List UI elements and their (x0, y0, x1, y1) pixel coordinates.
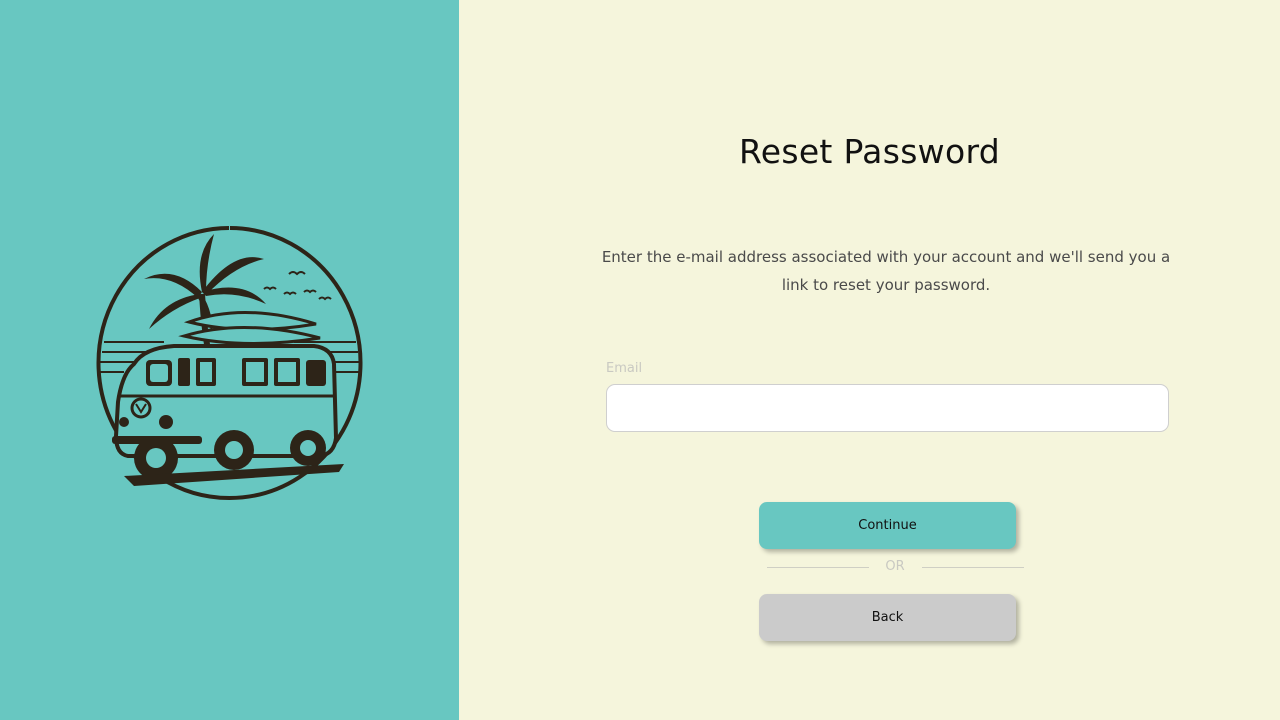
divider-right (922, 567, 1024, 568)
reset-form-panel: Reset Password Enter the e-mail address … (459, 0, 1280, 720)
divider-left (767, 567, 869, 568)
instructions-text: Enter the e-mail address associated with… (601, 248, 1171, 294)
or-divider-text: OR (885, 559, 905, 574)
back-button[interactable]: Back (759, 594, 1016, 641)
surf-van-palm-logo-icon (96, 226, 363, 500)
email-field[interactable] (606, 384, 1169, 432)
brand-panel (0, 0, 459, 720)
page-title: Reset Password (738, 132, 1000, 171)
continue-button[interactable]: Continue (759, 502, 1016, 549)
email-label: Email (606, 361, 643, 376)
